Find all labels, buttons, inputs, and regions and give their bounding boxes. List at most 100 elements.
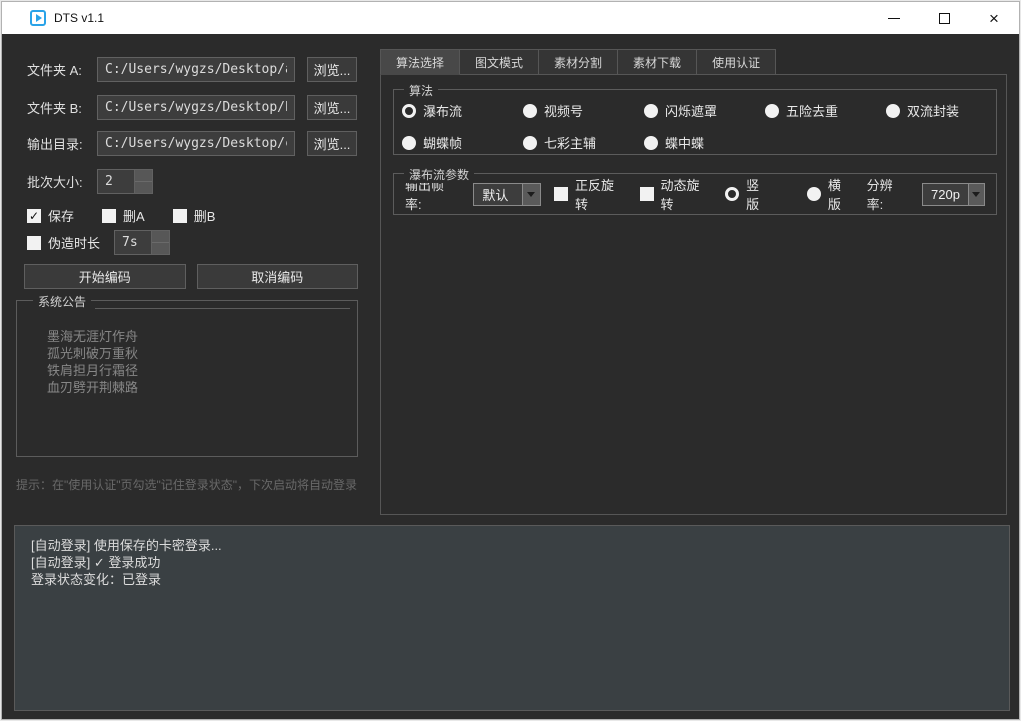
delete-a-checkbox[interactable]: 删A [102,206,145,225]
announcement-list: 墨海无涯灯作舟 孤光刺破万重秋 铁肩担月行霜径 血刃劈开荆棘路 [17,301,357,396]
tab-material-split[interactable]: 素材分割 [539,49,618,75]
dynamic-rotate-box[interactable] [640,187,654,201]
folder-b-input[interactable] [97,95,295,120]
output-dir-browse-button[interactable]: 浏览... [307,131,357,156]
close-icon: × [989,10,999,27]
announcement-separator [95,308,350,309]
log-line: [自动登录] ✓ 登录成功 [31,554,993,571]
waterfall-params-row: 输出帧率: 默认 正反旋转 动态旋转 竖版 [394,174,996,214]
log-panel[interactable]: [自动登录] 使用保存的卡密登录... [自动登录] ✓ 登录成功 登录状态变化… [14,525,1010,711]
tab-image-text-mode[interactable]: 图文模式 [460,49,539,75]
close-button[interactable]: × [969,2,1019,34]
waterfall-params-group: 瀑布流参数 输出帧率: 默认 正反旋转 动态旋转 [393,173,997,215]
radio-rainbow-main-aux[interactable]: 七彩主辅 [523,133,644,152]
announcement-line: 血刃劈开荆棘路 [47,379,357,396]
delete-b-checkbox-label: 删B [194,206,216,225]
radio-icon[interactable] [765,104,779,118]
announcement-group-title: 系统公告 [33,293,91,310]
delete-b-checkbox[interactable]: 删B [173,206,216,225]
encode-actions-row: 开始编码 取消编码 [24,264,358,289]
fake-duration-label: 伪造时长 [48,233,100,252]
main-content: 文件夹 A: 浏览... 文件夹 B: 浏览... 输出目录: 浏览... 批次… [2,34,1019,719]
radio-icon[interactable] [725,187,739,201]
radio-dual-stream[interactable]: 双流封装 [886,101,1007,120]
tab-algorithm-select[interactable]: 算法选择 [380,49,460,75]
fake-duration-checkbox[interactable]: 伪造时长 [27,233,100,252]
radio-landscape[interactable]: 横版 [807,175,854,213]
fake-duration-row: 伪造时长 7s [27,230,170,255]
folder-a-browse-button[interactable]: 浏览... [307,57,357,82]
save-checkbox-label: 保存 [48,206,74,225]
radio-icon[interactable] [807,187,821,201]
radio-portrait[interactable]: 竖版 [725,175,772,213]
algorithm-options: 瀑布流 视频号 闪烁遮罩 五险去重 双流封装 蝴蝶帧 七彩主辅 蝶中蝶 [394,90,996,152]
save-checkbox-box[interactable] [27,209,41,223]
delete-a-checkbox-box[interactable] [102,209,116,223]
maximize-icon [939,13,950,24]
radio-icon[interactable] [886,104,900,118]
forward-reverse-rotate-label: 正反旋转 [575,175,627,213]
radio-icon[interactable] [523,104,537,118]
folder-a-label: 文件夹 A: [27,60,97,79]
fake-duration-value: 7s [114,230,151,255]
folder-b-browse-button[interactable]: 浏览... [307,95,357,120]
tab-content-pane: 算法 瀑布流 视频号 闪烁遮罩 五险去重 双流封装 蝴蝶帧 七彩主辅 蝶中蝶 瀑… [380,74,1007,515]
batch-size-stepper[interactable]: 2 [97,169,153,194]
output-dir-label: 输出目录: [27,134,97,153]
folder-a-row: 文件夹 A: 浏览... [27,57,367,82]
radio-label: 双流封装 [907,101,959,120]
dynamic-rotate-checkbox[interactable]: 动态旋转 [640,175,713,213]
radio-wuxian-dedup[interactable]: 五险去重 [765,101,886,120]
waterfall-params-title: 瀑布流参数 [404,166,474,183]
spin-down-icon[interactable] [135,182,152,193]
frame-rate-select[interactable]: 默认 [473,183,541,206]
save-checkbox[interactable]: 保存 [27,206,74,225]
radio-label: 视频号 [544,101,583,120]
radio-butterfly-in-butterfly[interactable]: 蝶中蝶 [644,133,765,152]
spin-up-icon[interactable] [152,231,169,243]
delete-b-checkbox-box[interactable] [173,209,187,223]
resolution-select[interactable]: 720p [922,183,985,206]
fake-duration-checkbox-box[interactable] [27,236,41,250]
radio-icon[interactable] [644,136,658,150]
radio-label: 瀑布流 [423,101,462,120]
batch-size-row: 批次大小: 2 [27,169,153,194]
folder-b-row: 文件夹 B: 浏览... [27,95,367,120]
output-dir-row: 输出目录: 浏览... [27,131,367,156]
radio-label: 闪烁遮罩 [665,101,717,120]
folder-a-input[interactable] [97,57,295,82]
window-controls: × [869,2,1019,34]
batch-size-value: 2 [97,169,134,194]
delete-options-row: 保存 删A 删B [27,203,215,228]
start-encode-button[interactable]: 开始编码 [24,264,186,289]
radio-video-account[interactable]: 视频号 [523,101,644,120]
tab-bar: 算法选择 图文模式 素材分割 素材下载 使用认证 [380,49,776,75]
minimize-icon [888,18,900,19]
radio-icon[interactable] [402,136,416,150]
announcement-line: 铁肩担月行霜径 [47,362,357,379]
forward-reverse-rotate-box[interactable] [554,187,568,201]
radio-label: 五险去重 [786,101,838,120]
radio-icon[interactable] [402,104,416,118]
minimize-button[interactable] [869,2,919,34]
radio-icon[interactable] [644,104,658,118]
tab-material-download[interactable]: 素材下载 [618,49,697,75]
portrait-label: 竖版 [746,175,772,213]
maximize-button[interactable] [919,2,969,34]
radio-flicker-mask[interactable]: 闪烁遮罩 [644,101,765,120]
tab-auth[interactable]: 使用认证 [697,49,776,75]
output-dir-input[interactable] [97,131,295,156]
fake-duration-stepper[interactable]: 7s [114,230,170,255]
forward-reverse-rotate-checkbox[interactable]: 正反旋转 [554,175,627,213]
fake-duration-spin-buttons[interactable] [151,230,170,255]
spin-down-icon[interactable] [152,243,169,254]
radio-waterfall[interactable]: 瀑布流 [402,101,523,120]
frame-rate-value: 默认 [474,184,522,205]
login-hint-text: 提示：在"使用认证"页勾选"记住登录状态"，下次启动将自动登录 [16,476,357,493]
batch-size-spin-buttons[interactable] [134,169,153,194]
resolution-label: 分辨率: [867,175,909,213]
spin-up-icon[interactable] [135,170,152,182]
radio-butterfly-frame[interactable]: 蝴蝶帧 [402,133,523,152]
radio-icon[interactable] [523,136,537,150]
cancel-encode-button[interactable]: 取消编码 [197,264,359,289]
